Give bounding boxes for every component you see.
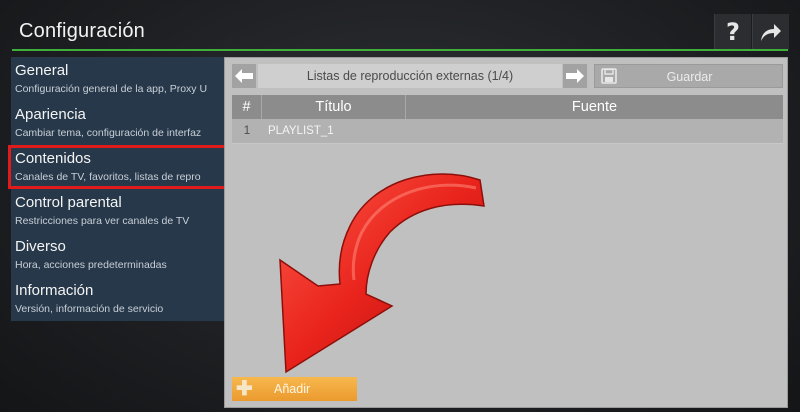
sidebar-item-description: Canales de TV, favoritos, listas de repr… — [15, 171, 201, 183]
column-header-title[interactable]: Título — [262, 95, 406, 119]
row-title: PLAYLIST_1 — [268, 125, 334, 137]
add-button-label: Añadir — [274, 382, 311, 396]
table-row[interactable]: 1 PLAYLIST_1 — [232, 119, 783, 144]
sidebar-item-label: General — [15, 62, 69, 79]
settings-sidebar: General Configuración general de la app,… — [8, 57, 234, 321]
column-header-source[interactable]: Fuente — [406, 95, 783, 119]
forward-button[interactable] — [752, 14, 789, 50]
plus-icon: ✚ — [236, 378, 253, 400]
list-title: Listas de reproducción externas (1/4) — [258, 64, 562, 88]
header-divider — [12, 49, 788, 51]
sidebar-item-general[interactable]: General Configuración general de la app,… — [11, 57, 224, 101]
next-list-button[interactable] — [563, 64, 587, 88]
sidebar-item-apariencia[interactable]: Apariencia Cambiar tema, configuración d… — [11, 101, 224, 145]
arrow-right-icon — [566, 69, 584, 83]
arrow-left-icon — [235, 69, 253, 83]
help-button[interactable]: ? — [714, 14, 751, 50]
sidebar-item-label: Diverso — [15, 238, 66, 255]
header-bar: Configuración ? — [0, 0, 800, 51]
save-button-label: Guardar — [666, 70, 713, 84]
sidebar-item-description: Configuración general de la app, Proxy U — [15, 83, 208, 95]
sidebar-item-diverso[interactable]: Diverso Hora, acciones predeterminadas — [11, 233, 224, 277]
sidebar-item-description: Versión, información de servicio — [15, 303, 164, 315]
sidebar-item-label: Control parental — [15, 194, 122, 211]
column-header-index[interactable]: # — [232, 95, 262, 119]
sidebar-item-description: Restricciones para ver canales de TV — [15, 215, 190, 227]
sidebar-item-label: Apariencia — [15, 106, 86, 123]
sidebar-item-description: Cambiar tema, configuración de interfaz — [15, 127, 202, 139]
sidebar-item-description: Hora, acciones predeterminadas — [15, 259, 167, 271]
save-button[interactable]: Guardar — [594, 64, 783, 88]
previous-list-button[interactable] — [232, 64, 256, 88]
playlists-table: # Título Fuente 1 PLAYLIST_1 — [232, 95, 783, 144]
share-arrow-icon — [761, 24, 781, 41]
red-curved-arrow-icon — [279, 173, 485, 374]
sidebar-item-label: Información — [15, 282, 94, 299]
row-index: 1 — [243, 125, 251, 137]
page-title: Configuración — [19, 20, 146, 42]
sidebar-item-control-parental[interactable]: Control parental Restricciones para ver … — [11, 189, 224, 233]
help-icon: ? — [726, 18, 740, 46]
sidebar-item-informacion[interactable]: Información Versión, información de serv… — [11, 277, 224, 321]
sidebar-item-label: Contenidos — [15, 150, 91, 167]
table-header: # Título Fuente — [232, 95, 783, 119]
sidebar-item-contenidos[interactable]: Contenidos Canales de TV, favoritos, lis… — [8, 145, 234, 189]
